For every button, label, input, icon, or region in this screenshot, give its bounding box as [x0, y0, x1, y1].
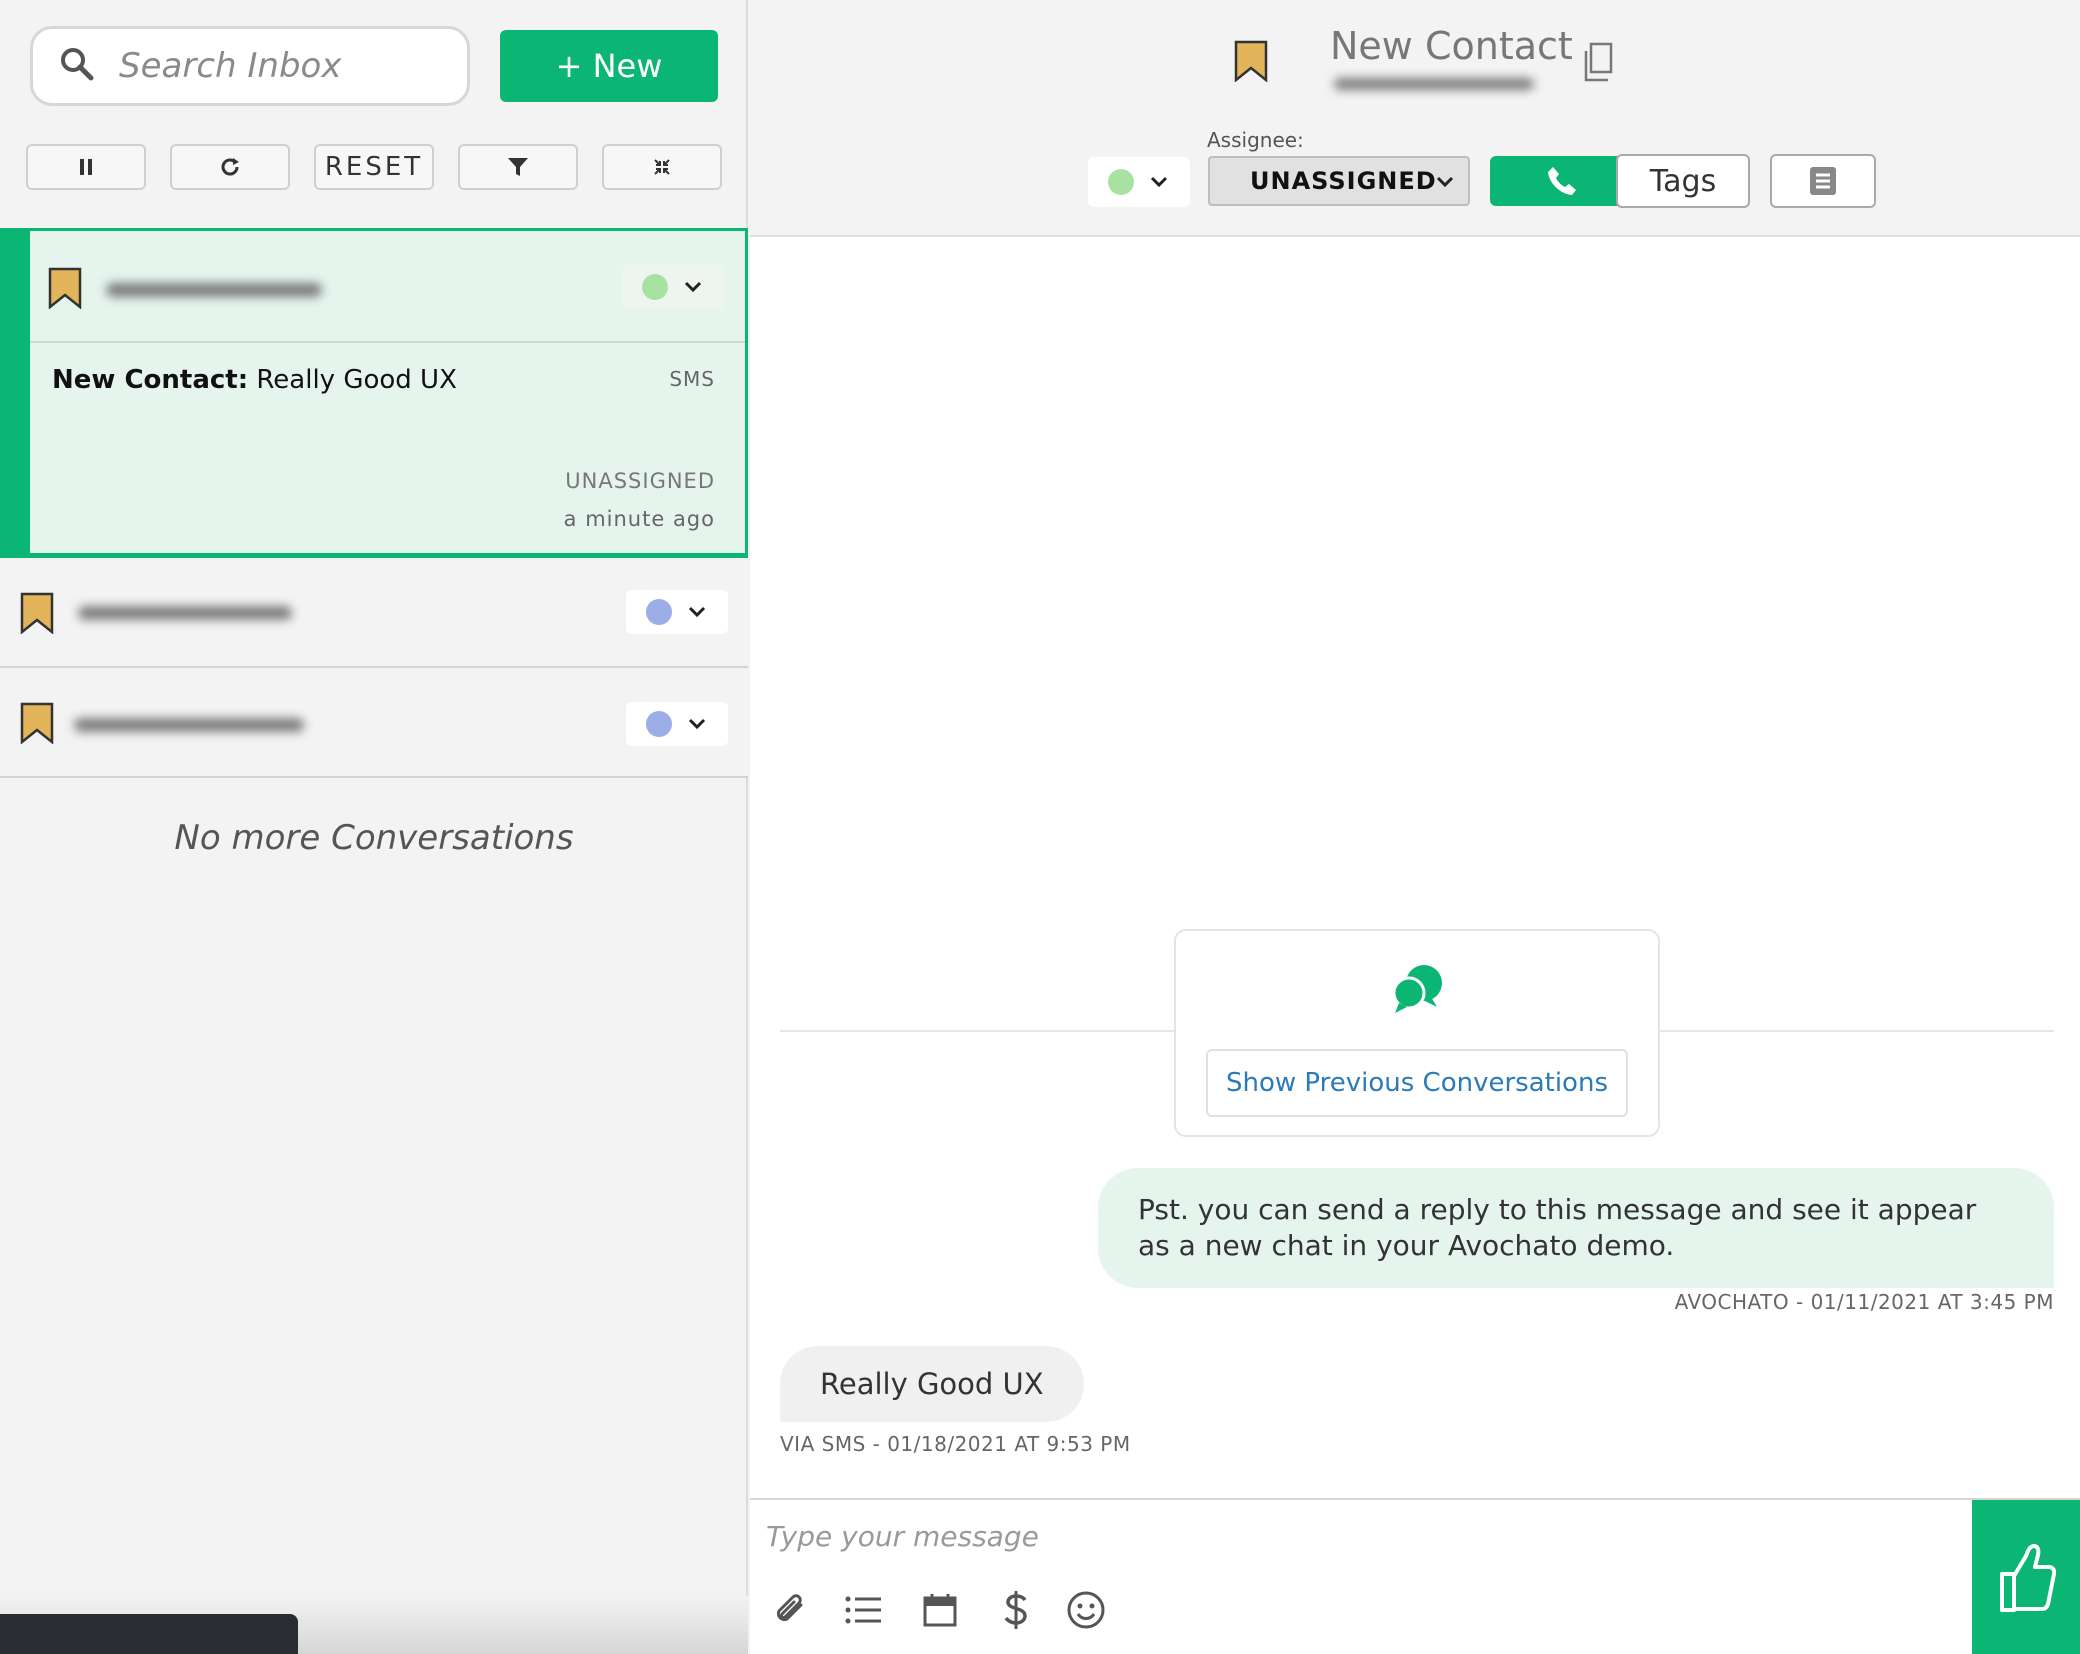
chevron-down-icon — [684, 281, 702, 293]
conversation-panel: New Contact Assignee: UNASSIGNED Tags Sh… — [750, 0, 2080, 1654]
status-dot — [646, 599, 672, 625]
chevron-down-icon — [688, 718, 706, 730]
chevron-down-icon — [1150, 176, 1168, 188]
assignee-label: UNASSIGNED — [565, 469, 715, 493]
contact-name-redacted — [78, 606, 292, 620]
conversation-toolbar: New Contact Assignee: UNASSIGNED Tags — [750, 0, 2080, 237]
bookmark-icon[interactable] — [20, 702, 54, 744]
chevron-down-icon — [688, 606, 706, 618]
notes-icon — [1810, 167, 1836, 195]
assignee-value: UNASSIGNED — [1250, 167, 1437, 195]
new-conversation-button[interactable]: + New — [500, 30, 718, 102]
status-dropdown[interactable] — [626, 590, 728, 634]
attach-button[interactable] — [768, 1588, 812, 1632]
show-previous-conversations-button[interactable]: Show Previous Conversations — [1206, 1049, 1628, 1117]
refresh-button[interactable] — [170, 144, 290, 190]
outgoing-message: Pst. you can send a reply to this messag… — [1098, 1168, 2054, 1288]
bookmark-icon[interactable] — [48, 267, 82, 309]
status-dropdown[interactable] — [622, 265, 724, 309]
smiley-icon — [1067, 1591, 1105, 1629]
conversation-title-prefix: New Contact: — [52, 365, 249, 395]
schedule-button[interactable] — [918, 1588, 962, 1632]
compress-icon — [654, 159, 670, 175]
tags-button[interactable]: Tags — [1616, 154, 1750, 208]
conversation-title-text: Really Good UX — [256, 365, 457, 395]
status-dropdown[interactable] — [1088, 157, 1190, 207]
search-icon — [59, 46, 119, 86]
incoming-message: Really Good UX — [780, 1346, 1084, 1422]
bookmark-icon[interactable] — [1234, 40, 1268, 82]
calendar-icon — [923, 1594, 957, 1627]
pause-icon — [80, 159, 92, 175]
list-icon — [845, 1596, 881, 1624]
search-box[interactable] — [30, 26, 470, 106]
filter-icon — [508, 158, 528, 176]
conversation-item[interactable] — [0, 668, 748, 778]
call-button[interactable] — [1490, 156, 1634, 206]
bookmark-icon[interactable] — [20, 592, 54, 634]
status-dropdown[interactable] — [626, 702, 728, 746]
chat-bubbles-icon — [1392, 965, 1442, 1013]
list-button[interactable] — [842, 1588, 886, 1632]
contact-name-redacted — [106, 283, 322, 297]
assignee-label: Assignee: — [1207, 128, 1304, 152]
empty-list-message: No more Conversations — [174, 818, 574, 858]
conversation-item-active[interactable]: New Contact: Really Good UX SMS UNASSIGN… — [0, 228, 748, 558]
conversation-item[interactable] — [0, 558, 748, 668]
channel-label: SMS — [669, 367, 715, 391]
status-dot — [646, 711, 672, 737]
contact-phone-redacted — [1334, 78, 1534, 90]
message-meta: AVOCHATO - 01/11/2021 AT 3:45 PM — [1674, 1290, 2054, 1314]
paperclip-icon — [776, 1594, 803, 1622]
previous-conversations-card: Show Previous Conversations — [1174, 929, 1660, 1137]
message-meta: VIA SMS - 01/18/2021 AT 9:53 PM — [780, 1432, 1131, 1456]
assignee-select[interactable]: UNASSIGNED — [1208, 156, 1470, 206]
notes-button[interactable] — [1770, 154, 1876, 208]
phone-icon — [1548, 167, 1576, 195]
pause-button[interactable] — [26, 144, 146, 190]
compress-button[interactable] — [602, 144, 722, 190]
status-dot — [642, 274, 668, 300]
thumbs-up-icon — [2000, 1544, 2056, 1612]
filter-button[interactable] — [458, 144, 578, 190]
reset-button[interactable]: RESET — [314, 144, 434, 190]
search-input[interactable] — [119, 46, 439, 86]
bottom-dock-tab[interactable] — [0, 1614, 298, 1654]
conversation-header — [30, 231, 745, 343]
timestamp: a minute ago — [563, 507, 715, 531]
contact-name[interactable]: New Contact — [1330, 24, 1573, 68]
send-button[interactable] — [1972, 1500, 2080, 1654]
copy-icon[interactable] — [1582, 42, 1614, 82]
contact-name-redacted — [74, 718, 304, 732]
inbox-sidebar: + New RESET New Contact: Really Good UX … — [0, 0, 748, 1654]
message-composer — [750, 1498, 2080, 1654]
emoji-button[interactable] — [1064, 1588, 1108, 1632]
conversation-title: New Contact: Really Good UX — [52, 365, 457, 395]
message-input[interactable] — [766, 1514, 1946, 1558]
dollar-icon — [1004, 1591, 1027, 1629]
status-dot — [1108, 169, 1134, 195]
payment-button[interactable] — [994, 1588, 1038, 1632]
refresh-icon — [221, 158, 239, 176]
chevron-down-icon — [1436, 176, 1454, 188]
